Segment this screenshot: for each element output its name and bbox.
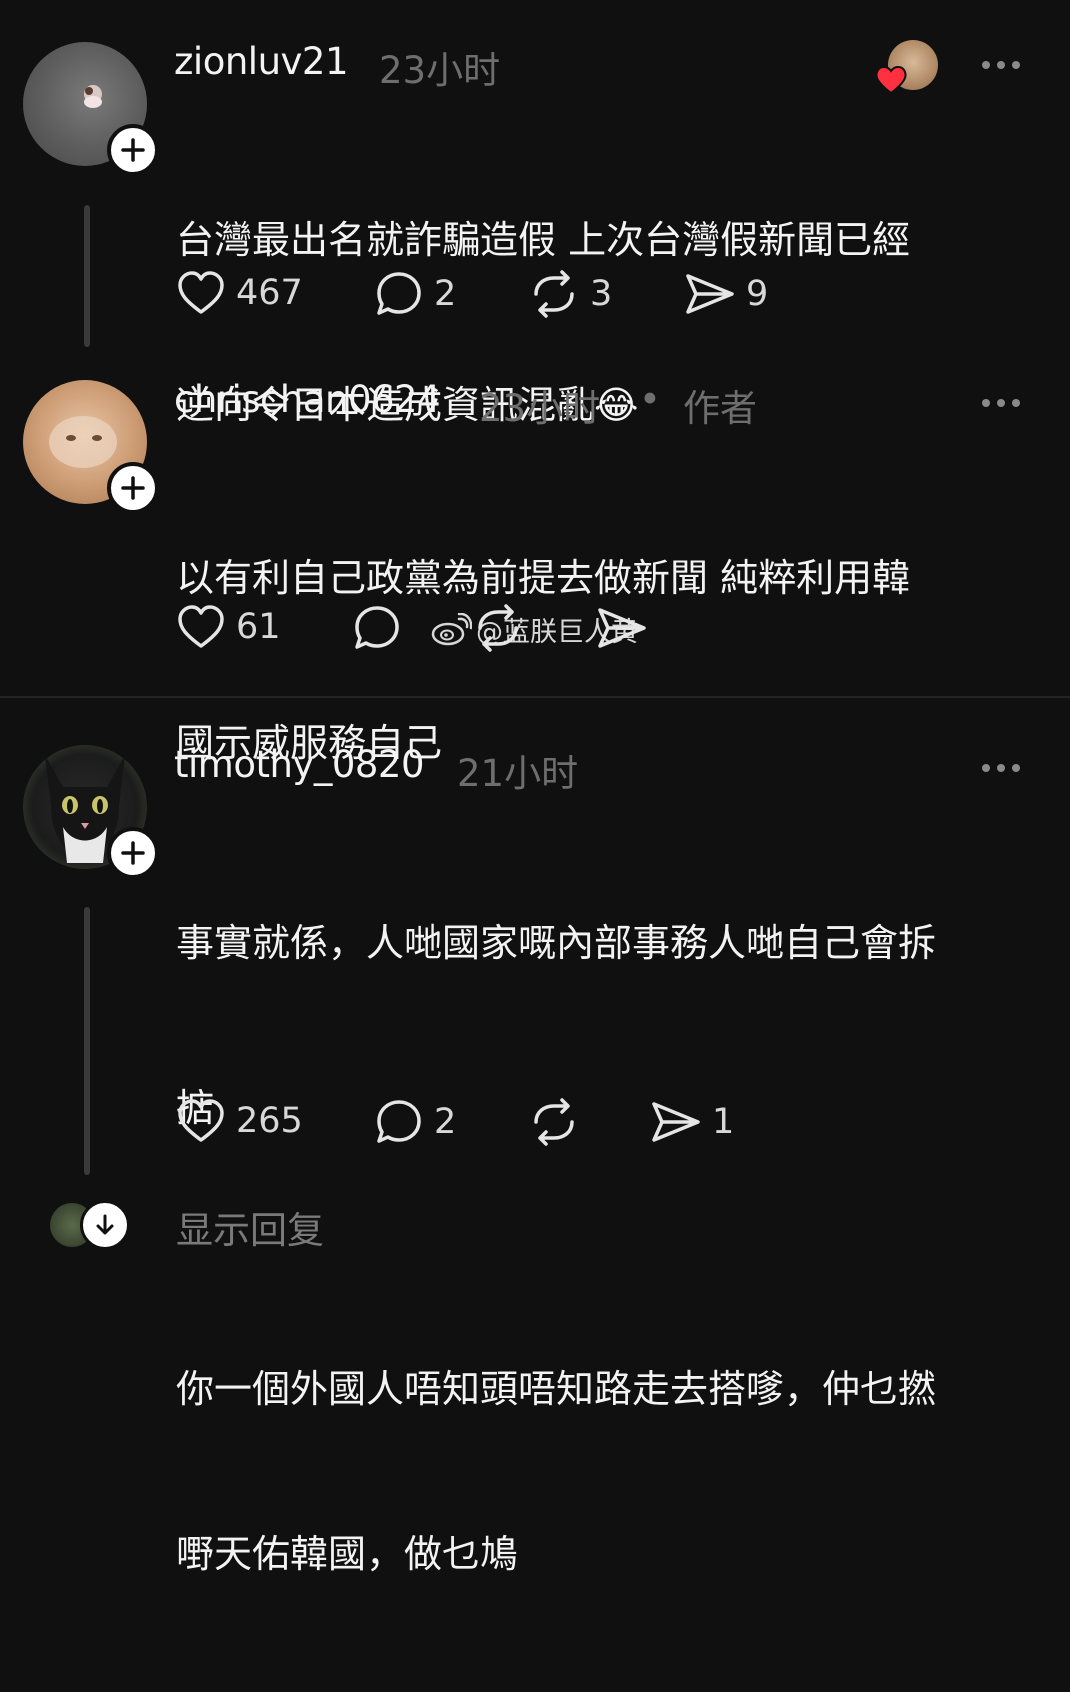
heart-icon xyxy=(178,605,224,648)
heart-filled-icon xyxy=(875,66,907,95)
repost-button[interactable] xyxy=(528,1098,580,1146)
username[interactable]: timothy_0820 xyxy=(174,743,424,786)
show-replies-link[interactable]: 显示回复 xyxy=(176,1200,324,1254)
repost-button[interactable]: 3 xyxy=(528,270,612,318)
like-button[interactable]: 265 xyxy=(176,1098,303,1144)
share-button[interactable]: 9 xyxy=(684,270,768,318)
thread-line xyxy=(84,205,90,347)
reply-button[interactable]: 2 xyxy=(374,1098,456,1146)
plus-icon xyxy=(121,476,145,500)
like-count: 61 xyxy=(236,607,281,647)
send-icon xyxy=(652,1102,700,1142)
thread-line xyxy=(84,907,90,1175)
meta-separator: • xyxy=(639,378,661,421)
repost-count: 3 xyxy=(590,274,613,314)
send-icon xyxy=(686,274,734,314)
repost-icon xyxy=(534,1098,574,1146)
username[interactable]: chrischan0624 xyxy=(174,378,441,421)
follow-plus-button[interactable] xyxy=(107,124,159,176)
comment-icon xyxy=(377,1100,421,1143)
like-count: 467 xyxy=(236,273,303,313)
follow-plus-button[interactable] xyxy=(107,827,159,879)
comment-line: 台灣最出名就詐騙造假 上次台灣假新聞已經 xyxy=(176,218,911,262)
timestamp: 21小时 xyxy=(457,752,579,795)
heart-icon xyxy=(178,271,224,314)
share-button[interactable]: 1 xyxy=(650,1098,734,1146)
repost-icon xyxy=(534,270,574,318)
timestamp: 23小时 xyxy=(379,49,501,92)
reply-count: 2 xyxy=(434,1102,457,1142)
watermark-text: @蓝朕巨人黄 xyxy=(476,617,638,648)
follow-plus-button[interactable] xyxy=(107,462,159,514)
more-options-button[interactable] xyxy=(982,764,1020,772)
expand-replies-button[interactable] xyxy=(80,1200,130,1250)
heart-icon xyxy=(178,1099,224,1142)
reply-button[interactable]: 2 xyxy=(374,270,456,318)
plus-icon xyxy=(121,841,145,865)
timestamp: 23小时 xyxy=(479,387,601,430)
like-button[interactable]: 61 xyxy=(176,604,281,650)
comment-icon xyxy=(377,272,421,315)
like-button[interactable]: 467 xyxy=(176,270,303,316)
reply-button[interactable] xyxy=(352,604,402,652)
reply-count: 2 xyxy=(434,274,457,314)
comment-line: 你一個外國人唔知頭唔知路走去搭嗲，仲乜撚 xyxy=(176,1367,937,1411)
comment-line: 以有利自己政黨為前提去做新聞 純粹利用韓 xyxy=(176,556,911,600)
comment-line: 事實就係，人哋國家嘅內部事務人哋自己會拆 xyxy=(176,921,937,965)
like-count: 265 xyxy=(236,1101,303,1141)
comment-icon xyxy=(355,606,399,649)
username[interactable]: zionluv21 xyxy=(174,40,349,83)
comment-line: 嘢天佑韓國，做乜鳩 xyxy=(176,1532,519,1576)
plus-icon xyxy=(121,138,145,162)
watermark: @蓝朕巨人黄 xyxy=(430,610,638,649)
share-count: 9 xyxy=(746,274,769,314)
weibo-logo-icon xyxy=(431,612,472,645)
section-divider xyxy=(0,696,1070,698)
more-options-button[interactable] xyxy=(982,61,1020,69)
arrow-down-icon xyxy=(96,1214,114,1235)
comment-line: 掂 xyxy=(176,1086,215,1130)
more-options-button[interactable] xyxy=(982,399,1020,407)
share-count: 1 xyxy=(712,1102,735,1142)
author-badge: 作者 xyxy=(683,387,757,430)
